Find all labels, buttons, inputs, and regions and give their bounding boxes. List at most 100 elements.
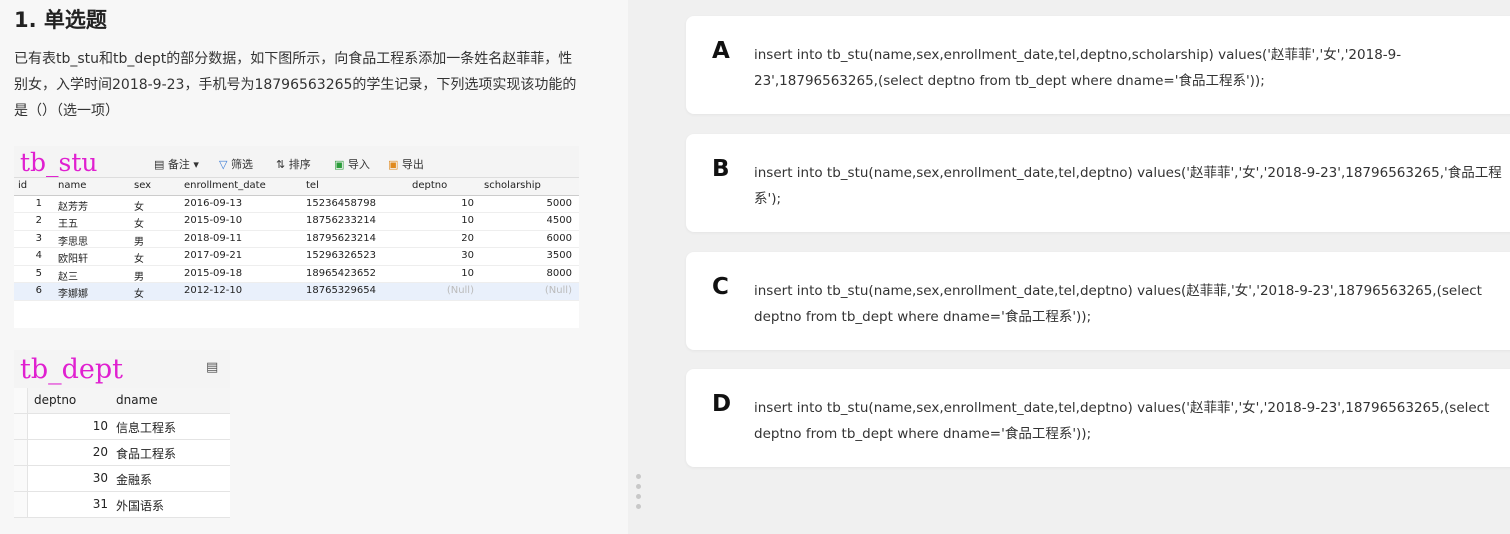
table-cell: 2 — [35, 215, 42, 226]
option-letter: A — [712, 38, 730, 64]
table-cell: 10 — [461, 267, 474, 279]
option-text: insert into tb_stu(name,sex,enrollment_d… — [754, 47, 1402, 89]
column-header: deptno — [412, 180, 448, 191]
option-c[interactable]: C insert into tb_stu(name,sex,enrollment… — [686, 252, 1510, 350]
option-a[interactable]: A insert into tb_stu(name,sex,enrollment… — [686, 16, 1510, 114]
table-cell: 5000 — [546, 197, 572, 209]
column-header: dname — [116, 393, 158, 407]
option-text: insert into tb_stu(name,sex,enrollment_d… — [754, 400, 1490, 442]
table-cell: 2015-09-18 — [184, 267, 243, 279]
import-icon: ▣ — [334, 158, 345, 171]
table-cell: 2015-09-10 — [184, 215, 243, 226]
option-text: insert into tb_stu(name,sex,enrollment_d… — [754, 165, 1502, 207]
sort-tool: ⇅ 排序 — [276, 158, 311, 171]
table-cell: 5 — [35, 267, 42, 279]
table-cell: 1 — [35, 197, 42, 209]
table-cell: 10 — [461, 215, 474, 226]
table-cell: 20 — [92, 445, 108, 459]
table-cell: 20 — [461, 232, 474, 244]
table-row: 20 食品工程系 — [14, 440, 230, 466]
table-cell: 10 — [461, 197, 474, 209]
table-cell: 15236458798 — [306, 197, 376, 209]
note-tool: ▤ 备注 ▾ — [154, 158, 199, 171]
table-cell: 30 — [461, 250, 474, 261]
tb-stu-toolbar: tb_stu ▤ 备注 ▾ ▽ 筛选 ⇅ 排序 ▣ 导入 ▣ 导出 — [14, 146, 579, 178]
column-header: tel — [306, 180, 319, 191]
table-cell: 2017-09-21 — [184, 250, 243, 261]
table-cell: 女 — [134, 201, 144, 213]
column-header: id — [18, 180, 28, 191]
table-cell: 18795623214 — [306, 232, 376, 244]
column-header: enrollment_date — [184, 180, 266, 191]
filter-icon: ▽ — [219, 158, 228, 171]
option-letter: B — [712, 156, 730, 182]
table-cell: 30 — [92, 471, 108, 485]
option-b[interactable]: B insert into tb_stu(name,sex,enrollment… — [686, 134, 1510, 232]
option-letter: D — [712, 391, 732, 417]
table-row: 10 信息工程系 — [14, 414, 230, 440]
sort-icon: ⇅ — [276, 158, 286, 171]
note-icon: ▤ — [154, 158, 165, 171]
question-text: 已有表tb_stu和tb_dept的部分数据，如下图所示，向食品工程系添加一条姓… — [14, 51, 577, 119]
tb-stu-screenshot: tb_stu ▤ 备注 ▾ ▽ 筛选 ⇅ 排序 ▣ 导入 ▣ 导出 id nam… — [14, 146, 579, 328]
filter-tool: ▽ 筛选 — [219, 158, 253, 171]
tb-stu-header-row: id name sex enrollment_date tel deptno s… — [14, 178, 579, 196]
export-icon: ▣ — [388, 158, 399, 171]
table-row: 30 金融系 — [14, 466, 230, 492]
column-header: scholarship — [484, 180, 541, 191]
table-row: 2 王五 女 2015-09-10 18756233214 10 4500 — [14, 213, 579, 231]
table-cell: 4 — [35, 250, 42, 261]
table-cell: (Null) — [544, 285, 572, 296]
column-header: name — [58, 180, 87, 191]
table-cell: 18756233214 — [306, 215, 376, 226]
table-row: 3 李思思 男 2018-09-11 18795623214 20 6000 — [14, 231, 579, 248]
table-cell: 3500 — [546, 250, 572, 261]
table-cell: 赵三 — [58, 271, 78, 283]
table-cell: 31 — [92, 497, 108, 511]
table-cell: 女 — [134, 254, 144, 265]
table-cell: 6 — [35, 285, 42, 296]
tb-dept-label: tb_dept — [20, 354, 124, 385]
table-cell: 15296326523 — [306, 250, 376, 261]
table-cell: 男 — [134, 236, 144, 248]
table-cell: 男 — [134, 271, 144, 283]
table-cell: 食品工程系 — [116, 447, 177, 461]
table-cell: 6000 — [546, 232, 572, 244]
tb-dept-screenshot: tb_dept ▤ deptno dname 10 信息工程系 20 食品工程系 30 金… — [14, 350, 230, 518]
option-letter: C — [712, 274, 729, 300]
table-cell: 外国语系 — [116, 499, 165, 513]
table-row: 4 欧阳轩 女 2017-09-21 15296326523 30 3500 — [14, 248, 579, 266]
question-pane: 1. 单选题 已有表tb_stu和tb_dept的部分数据，如下图所示，向食品工… — [0, 0, 628, 534]
tb-stu-label: tb_stu — [20, 148, 98, 177]
table-cell: 10 — [92, 419, 108, 433]
drag-handle-icon[interactable] — [636, 474, 642, 514]
option-text: insert into tb_stu(name,sex,enrollment_d… — [754, 283, 1482, 325]
table-cell: 18765329654 — [306, 285, 376, 296]
column-header: deptno — [34, 393, 77, 407]
table-cell: 4500 — [546, 215, 572, 226]
export-tool: ▣ 导出 — [388, 158, 424, 171]
pane-divider[interactable] — [628, 0, 650, 534]
table-cell: 欧阳轩 — [58, 254, 88, 265]
tb-dept-header-row: deptno dname — [14, 388, 230, 414]
table-cell: 李娜娜 — [58, 289, 88, 300]
table-cell: 18965423652 — [306, 267, 376, 279]
tb-dept-toolbar: tb_dept ▤ — [14, 350, 230, 388]
table-row: 5 赵三 男 2015-09-18 18965423652 10 8000 — [14, 266, 579, 283]
column-header: sex — [134, 180, 152, 191]
table-cell: 3 — [35, 232, 42, 244]
table-cell: 女 — [134, 289, 144, 300]
table-cell: 2016-09-13 — [184, 197, 243, 209]
table-row: 6 李娜娜 女 2012-12-10 18765329654 (Null) (Null) — [14, 283, 579, 301]
table-cell: 李思思 — [58, 236, 88, 248]
table-cell: 赵芳芳 — [58, 201, 88, 213]
table-cell: 信息工程系 — [116, 421, 177, 435]
table-row: 31 外国语系 — [14, 492, 230, 518]
table-cell: (Null) — [446, 285, 474, 296]
table-cell: 女 — [134, 219, 144, 230]
option-d[interactable]: D insert into tb_stu(name,sex,enrollment… — [686, 369, 1510, 467]
table-cell: 2018-09-11 — [184, 232, 243, 244]
note-icon: ▤ — [206, 360, 219, 375]
table-cell: 2012-12-10 — [184, 285, 243, 296]
import-tool: ▣ 导入 — [334, 158, 370, 171]
